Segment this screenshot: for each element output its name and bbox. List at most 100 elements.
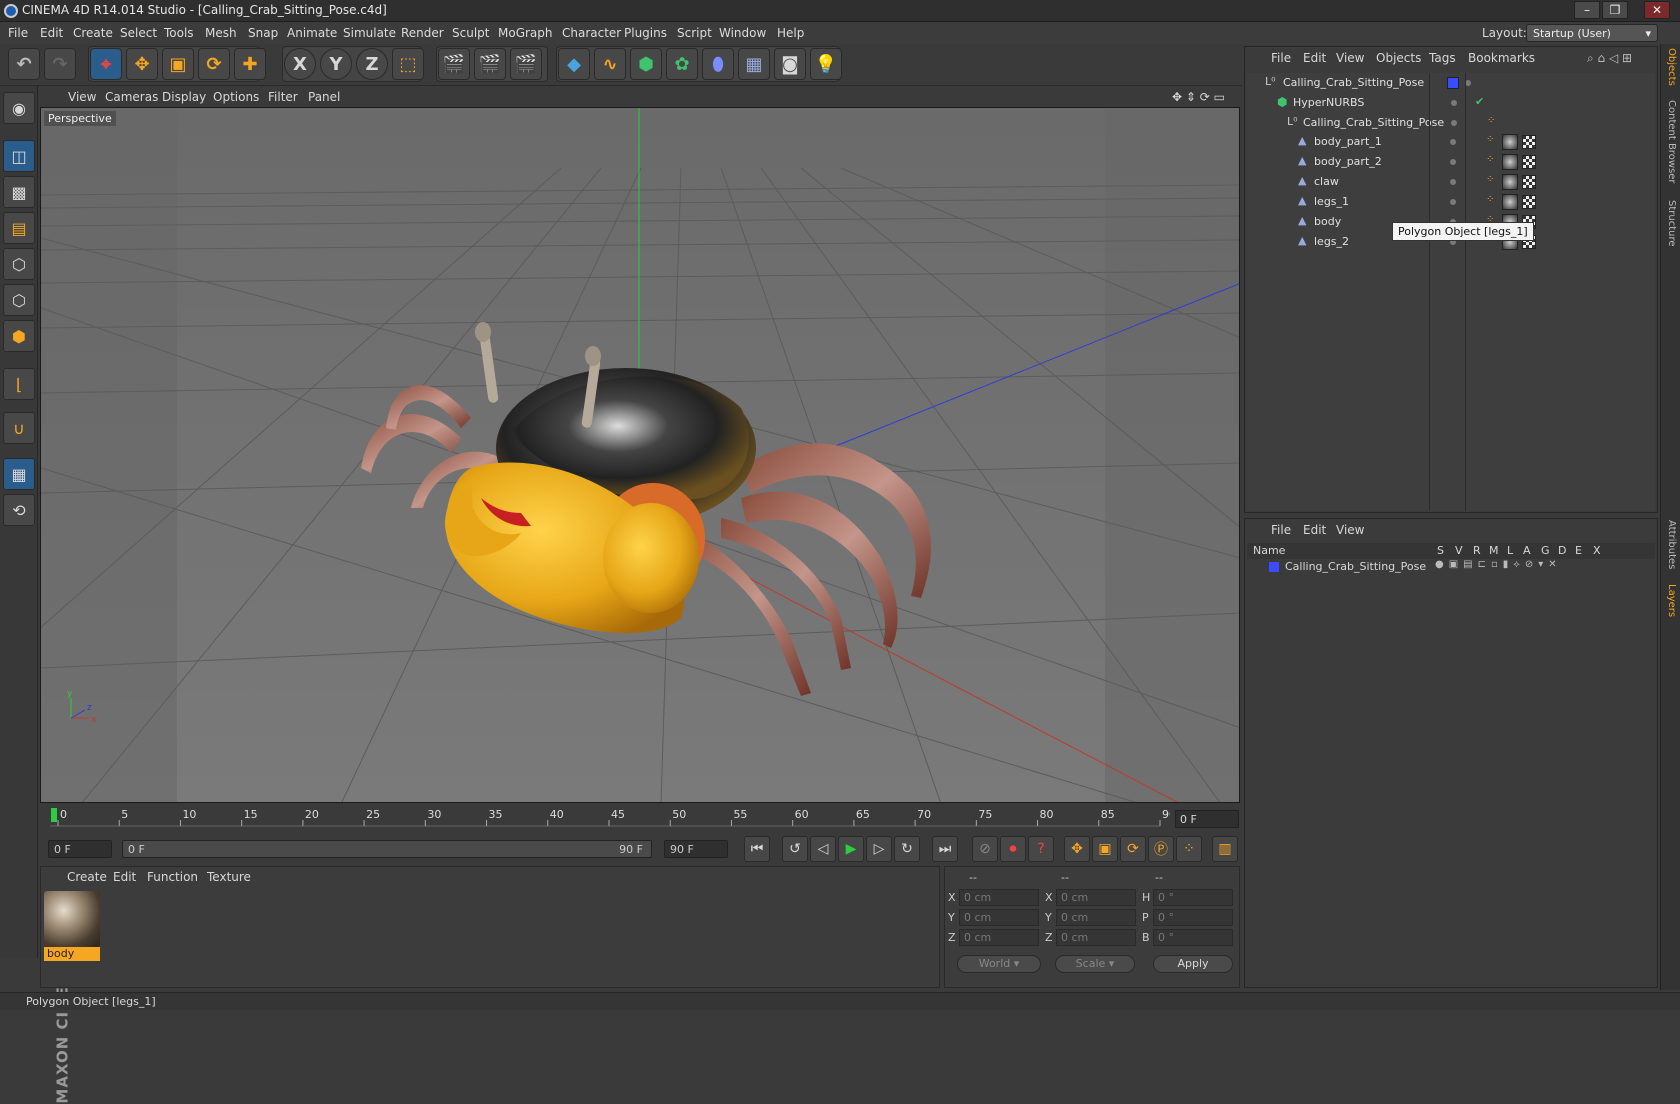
menu-edit[interactable]: Edit [40,26,63,40]
move-tool-button[interactable]: ✥ [126,48,158,80]
viewport-menu-view[interactable]: View [68,90,96,104]
coordinate-space-select[interactable]: World ▾ [957,955,1041,973]
column-solo[interactable]: S [1437,544,1444,557]
objects-header-icons[interactable]: ⌕ ⌂ ◁ ⊞ [1587,51,1632,66]
column-xrefs[interactable]: X [1593,544,1601,557]
object-row[interactable]: HyperNURBS ⬢ ✔ [1247,93,1655,113]
cube-button[interactable]: ◆ [558,48,590,80]
texture-mode-button[interactable]: ▩ [3,176,35,208]
start-frame-field[interactable]: 0 F [48,840,112,858]
current-frame-field[interactable]: 0 F [1175,810,1239,828]
material-menu-create[interactable]: Create [67,870,107,884]
timeline-window-button[interactable]: ▥ [1212,836,1238,862]
visibility-dot[interactable] [1451,120,1457,126]
texture-tag-icon[interactable] [1502,154,1518,170]
model-mode-button[interactable]: ◫ [3,140,35,172]
play-button[interactable]: ▶ [838,836,864,862]
layer-color-swatch[interactable] [1269,562,1279,572]
y-axis-lock-button[interactable]: Y [320,48,352,80]
z-axis-lock-button[interactable]: Z [356,48,388,80]
undo-button[interactable]: ↶ [8,48,40,80]
layer-color-tag[interactable] [1447,77,1459,89]
texture-tag-icon[interactable]: ⁘ [1487,115,1495,126]
autokey-button[interactable]: ⏺ [1000,836,1026,862]
column-animation[interactable]: A [1523,544,1531,557]
end-frame-field[interactable]: 90 F [664,840,728,858]
rotate-tool-button[interactable]: ⟳ [198,48,230,80]
menu-sculpt[interactable]: Sculpt [452,26,489,40]
go-to-start-button[interactable]: ⏮ [744,836,770,862]
camera-button[interactable]: ◙ [774,48,806,80]
objects-menu-view[interactable]: View [1336,51,1364,65]
key-scale-button[interactable]: ▣ [1092,836,1118,862]
position-x-field[interactable]: 0 cm [959,889,1039,906]
close-button[interactable]: ✕ [1644,1,1670,19]
menu-snap[interactable]: Snap [248,26,278,40]
tab-content-browser[interactable]: Content Browser [1662,100,1680,190]
objects-menu-file[interactable]: File [1271,51,1291,65]
menu-mograph[interactable]: MoGraph [498,26,553,40]
menu-character[interactable]: Character [562,26,621,40]
uvw-tag-icon[interactable] [1522,175,1536,189]
rotation-p-field[interactable]: 0 ° [1153,909,1233,926]
texture-tag-icon[interactable] [1502,134,1518,150]
tab-attributes[interactable]: Attributes [1662,520,1680,580]
render-view-button[interactable]: 🎬 [438,48,470,80]
previous-frame-button[interactable]: ◁ [810,836,836,862]
tab-layers[interactable]: Layers [1662,584,1680,624]
objects-menu-edit[interactable]: Edit [1303,51,1326,65]
workplane-mode-button[interactable]: ▤ [3,212,35,244]
scale-tool-button[interactable]: ▣ [162,48,194,80]
visibility-dot[interactable] [1450,179,1456,185]
rotation-b-field[interactable]: 0 ° [1153,929,1233,946]
deformer-button[interactable]: ⬮ [702,48,734,80]
menu-render[interactable]: Render [401,26,444,40]
layers-menu-edit[interactable]: Edit [1303,523,1326,537]
make-editable-button[interactable]: ◉ [3,92,35,124]
floor-button[interactable]: ▦ [738,48,770,80]
uvw-tag-icon[interactable] [1522,135,1536,149]
column-generators[interactable]: G [1541,544,1550,557]
visibility-dot[interactable] [1450,139,1456,145]
viewport-menu-cameras[interactable]: Cameras [105,90,158,104]
render-settings-button[interactable]: 🎬 [510,48,542,80]
object-row[interactable]: Calling_Crab_Sitting_Pose L⁰ ⁘ [1247,113,1655,133]
viewport-menu-filter[interactable]: Filter [268,90,298,104]
menu-create[interactable]: Create [73,26,113,40]
size-z-field[interactable]: 0 cm [1056,929,1136,946]
snap-button[interactable]: ∪ [3,412,35,444]
redo-button[interactable]: ↷ [44,48,76,80]
phong-tag-icon[interactable]: ⁘ [1486,174,1494,185]
light-button[interactable]: 💡 [810,48,842,80]
axis-mode-button[interactable]: ⌊ [3,368,35,400]
objects-menu-tags[interactable]: Tags [1429,51,1456,65]
key-position-button[interactable]: ✥ [1064,836,1090,862]
layer-flag-icons[interactable]: ●▣▤⊏▫▮⟡⊘▾✕ [1435,559,1562,570]
object-row[interactable]: Calling_Crab_Sitting_Pose L⁰ [1247,73,1655,93]
sculpt-button[interactable]: ⟲ [3,494,35,526]
visibility-dot[interactable] [1450,199,1456,205]
texture-tag-icon[interactable] [1502,174,1518,190]
position-z-field[interactable]: 0 cm [959,929,1039,946]
polygons-mode-button[interactable]: ⬢ [3,320,35,352]
workplane-lock-button[interactable]: ▦ [3,458,35,490]
record-keys-button[interactable]: ⊘ [972,836,998,862]
array-button[interactable]: ✿ [666,48,698,80]
viewport-menu-panel[interactable]: Panel [308,90,340,104]
material-name-label[interactable]: body [44,947,100,961]
texture-tag-icon[interactable] [1502,194,1518,210]
previous-key-button[interactable]: ↺ [782,836,808,862]
size-x-field[interactable]: 0 cm [1056,889,1136,906]
visibility-dot[interactable] [1450,159,1456,165]
objects-menu-objects[interactable]: Objects [1376,51,1421,65]
next-frame-button[interactable]: ▷ [866,836,892,862]
menu-select[interactable]: Select [120,26,157,40]
uvw-tag-icon[interactable] [1522,155,1536,169]
phong-tag-icon[interactable]: ⁘ [1486,154,1494,165]
perspective-viewport[interactable]: y x z Perspective [40,107,1240,803]
restore-button[interactable]: ❐ [1602,1,1628,19]
menu-plugins[interactable]: Plugins [624,26,667,40]
material-swatch-body[interactable] [44,891,100,947]
rotation-h-field[interactable]: 0 ° [1153,889,1233,906]
menu-mesh[interactable]: Mesh [205,26,237,40]
